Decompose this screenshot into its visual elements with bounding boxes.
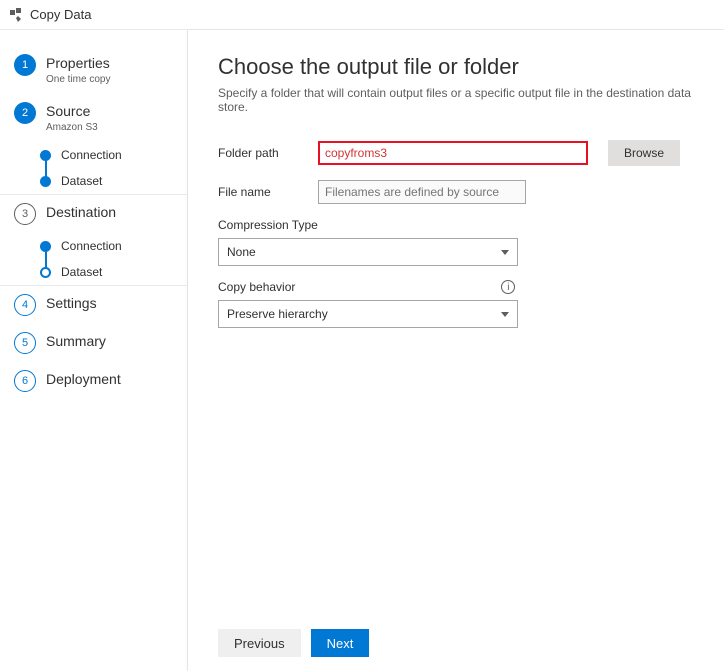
step-source[interactable]: 2 Source Amazon S3	[0, 94, 187, 142]
compression-type-value: None	[227, 245, 256, 259]
substep-label: Dataset	[61, 265, 102, 279]
step-summary[interactable]: 5 Summary	[0, 324, 187, 362]
step-properties[interactable]: 1 Properties One time copy	[0, 46, 187, 94]
compression-type-label: Compression Type	[218, 218, 694, 232]
filename-input	[318, 180, 526, 204]
step-number-icon: 6	[14, 370, 36, 392]
step-title: Destination	[46, 203, 116, 221]
step-number-icon: 3	[14, 203, 36, 225]
substep-destination-dataset[interactable]: Dataset	[40, 259, 187, 285]
main-panel: Choose the output file or folder Specify…	[188, 30, 724, 671]
previous-button[interactable]: Previous	[218, 629, 301, 657]
copy-behavior-label: Copy behavior	[218, 280, 295, 294]
copy-data-icon	[10, 8, 24, 22]
copy-behavior-select[interactable]: Preserve hierarchy	[218, 300, 518, 328]
substep-label: Connection	[61, 239, 122, 253]
step-number-icon: 5	[14, 332, 36, 354]
substep-label: Connection	[61, 148, 122, 162]
wizard-sidebar: 1 Properties One time copy 2 Source Amaz…	[0, 30, 188, 671]
next-button[interactable]: Next	[311, 629, 370, 657]
step-number-icon: 4	[14, 294, 36, 316]
page-title: Choose the output file or folder	[218, 54, 694, 80]
substep-source-connection[interactable]: Connection	[40, 142, 187, 168]
header-title: Copy Data	[30, 7, 91, 22]
substep-dot-icon	[40, 176, 51, 187]
substep-label: Dataset	[61, 174, 102, 188]
folder-path-label: Folder path	[218, 146, 318, 160]
step-destination[interactable]: 3 Destination	[0, 195, 187, 233]
header-bar: Copy Data	[0, 0, 724, 30]
step-title: Summary	[46, 332, 106, 350]
substep-dot-icon	[40, 150, 51, 161]
step-title: Settings	[46, 294, 97, 312]
step-deployment[interactable]: 6 Deployment	[0, 362, 187, 400]
substep-dot-icon	[40, 267, 51, 278]
step-subtitle: Amazon S3	[46, 121, 98, 134]
compression-type-select[interactable]: None	[218, 238, 518, 266]
step-number-icon: 1	[14, 54, 36, 76]
filename-label: File name	[218, 185, 318, 199]
step-settings[interactable]: 4 Settings	[0, 286, 187, 324]
substep-source-dataset[interactable]: Dataset	[40, 168, 187, 194]
substep-dot-icon	[40, 241, 51, 252]
browse-button[interactable]: Browse	[608, 140, 680, 166]
chevron-down-icon	[501, 250, 509, 255]
step-title: Properties	[46, 54, 110, 72]
page-subtitle: Specify a folder that will contain outpu…	[218, 86, 694, 114]
folder-path-input[interactable]	[318, 141, 588, 165]
substep-destination-connection[interactable]: Connection	[40, 233, 187, 259]
step-title: Deployment	[46, 370, 121, 388]
chevron-down-icon	[501, 312, 509, 317]
copy-behavior-value: Preserve hierarchy	[227, 307, 328, 321]
step-title: Source	[46, 102, 98, 120]
step-subtitle: One time copy	[46, 73, 110, 86]
info-icon[interactable]: i	[501, 280, 515, 294]
wizard-footer: Previous Next	[218, 629, 694, 657]
step-number-icon: 2	[14, 102, 36, 124]
